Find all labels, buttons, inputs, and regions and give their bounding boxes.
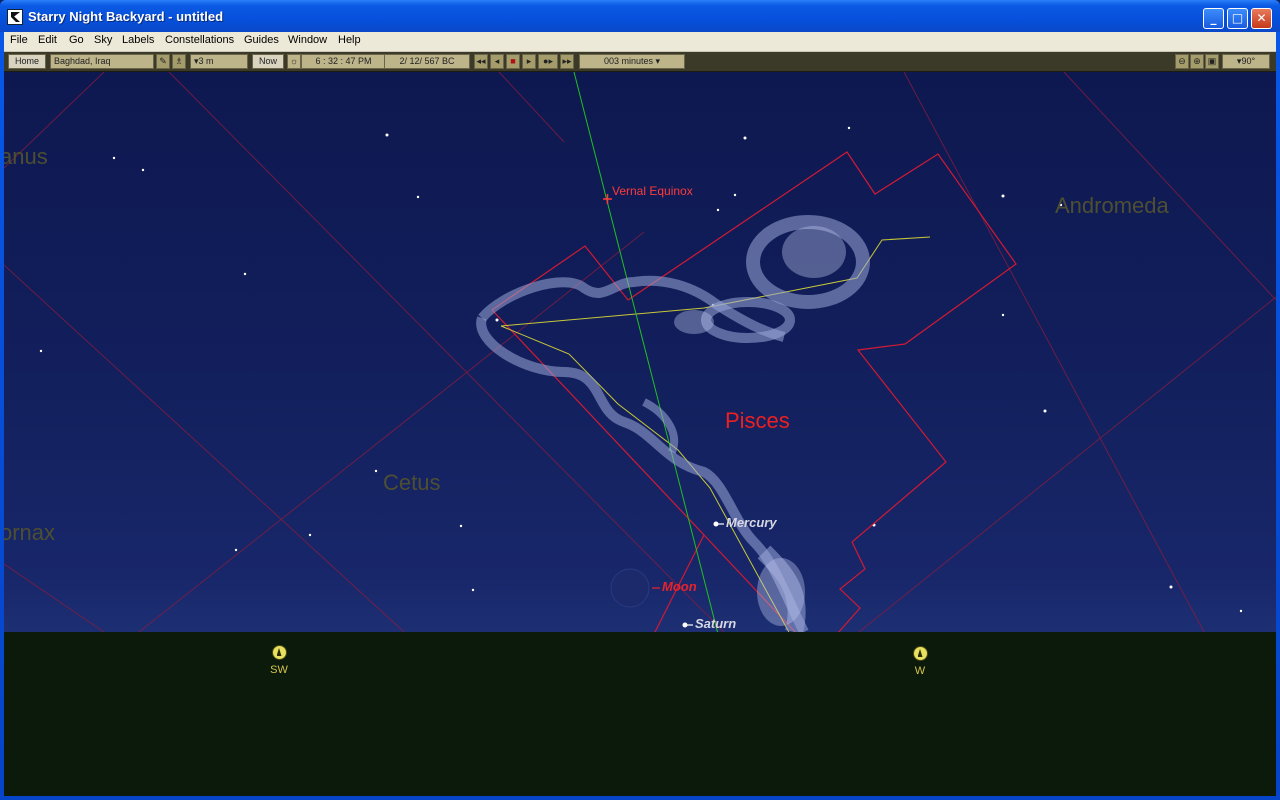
menu-bar: File Edit Go Sky Labels Constellations G…: [4, 32, 1276, 52]
viewer-figure-icon[interactable]: ♗: [172, 54, 186, 69]
menu-constellations[interactable]: Constellations: [165, 34, 234, 46]
equator-line: [573, 72, 719, 635]
moon-disk[interactable]: [610, 568, 650, 608]
planet-markers: [682, 521, 719, 628]
date-field[interactable]: 2/ 12/ 567 BC: [384, 54, 470, 69]
menu-file[interactable]: File: [10, 34, 28, 46]
menu-window[interactable]: Window: [288, 34, 327, 46]
pisces-boundary: [491, 151, 1017, 635]
zoom-in-icon[interactable]: ⊕: [1190, 54, 1204, 69]
step-forward-icon[interactable]: ▸▸: [560, 54, 574, 69]
maximize-button[interactable]: □: [1227, 8, 1248, 29]
menu-labels[interactable]: Labels: [122, 34, 154, 46]
vernal-equinox-marker[interactable]: [603, 194, 612, 204]
fast-forward-icon[interactable]: ●▸: [538, 54, 558, 69]
menu-sky[interactable]: Sky: [94, 34, 112, 46]
window-title: Starry Night Backyard - untitled: [28, 9, 224, 24]
constellation-label-pisces[interactable]: Pisces: [725, 408, 790, 434]
compass-direction-label: SW: [270, 664, 288, 676]
menu-go[interactable]: Go: [69, 34, 84, 46]
menu-guides[interactable]: Guides: [244, 34, 279, 46]
compass-marker-icon: [271, 645, 287, 660]
minimize-button[interactable]: _: [1203, 8, 1224, 29]
constellation-label-andromeda[interactable]: Andromeda: [1055, 193, 1169, 219]
control-toolbar: Home Baghdad, Iraq ✎ ♗ ▾3 m Now ☼ 6 : 32…: [4, 52, 1276, 72]
compass-direction-label: W: [914, 665, 926, 677]
daylight-icon[interactable]: ☼: [287, 54, 301, 69]
constellation-label-aquarius-partial[interactable]: anus: [4, 144, 48, 170]
location-field[interactable]: Baghdad, Iraq: [50, 54, 154, 69]
menu-help[interactable]: Help: [338, 34, 361, 46]
zoom-box-icon[interactable]: ▣: [1205, 54, 1219, 69]
location-edit-icon[interactable]: ✎: [156, 54, 170, 69]
horizon-ground: [4, 632, 1276, 796]
close-button[interactable]: ✕: [1251, 8, 1272, 29]
stop-icon[interactable]: ■: [506, 54, 520, 69]
compass-sw[interactable]: SW: [264, 645, 294, 676]
menu-edit[interactable]: Edit: [38, 34, 57, 46]
sky-view[interactable]: anus Andromeda Cetus ornax Pisces Vernal…: [4, 72, 1276, 796]
time-step-dropdown[interactable]: 003 minutes ▾: [579, 54, 685, 69]
zoom-out-icon[interactable]: ⊖: [1175, 54, 1189, 69]
planet-pointers: [687, 523, 724, 626]
play-forward-icon[interactable]: ▸: [522, 54, 536, 69]
play-backward-icon[interactable]: ◂: [490, 54, 504, 69]
ecliptic-line: [500, 236, 931, 635]
starry-night-app-icon[interactable]: [7, 9, 23, 25]
compass-w[interactable]: W: [905, 646, 935, 677]
time-field[interactable]: 6 : 32 : 47 PM: [301, 54, 385, 69]
vernal-equinox-label[interactable]: Vernal Equinox: [612, 184, 693, 198]
field-of-view-dropdown[interactable]: ▾90°: [1222, 54, 1270, 69]
constellation-boundaries: [4, 72, 1276, 633]
elevation-dropdown[interactable]: ▾3 m: [190, 54, 248, 69]
constellation-label-fornax-partial[interactable]: ornax: [4, 520, 55, 546]
compass-marker-icon: [912, 646, 928, 661]
pisces-figure: [476, 215, 870, 635]
step-back-icon[interactable]: ◂◂: [474, 54, 488, 69]
constellation-label-cetus[interactable]: Cetus: [383, 470, 440, 496]
saturn-label[interactable]: Saturn: [695, 616, 736, 631]
home-button[interactable]: Home: [8, 54, 46, 69]
mercury-label[interactable]: Mercury: [726, 515, 777, 530]
now-button[interactable]: Now: [252, 54, 284, 69]
title-bar[interactable]: Starry Night Backyard - untitled _ □ ✕: [0, 0, 1280, 32]
app-window: Starry Night Backyard - untitled _ □ ✕ F…: [0, 0, 1280, 800]
moon-label[interactable]: Moon: [662, 579, 697, 594]
